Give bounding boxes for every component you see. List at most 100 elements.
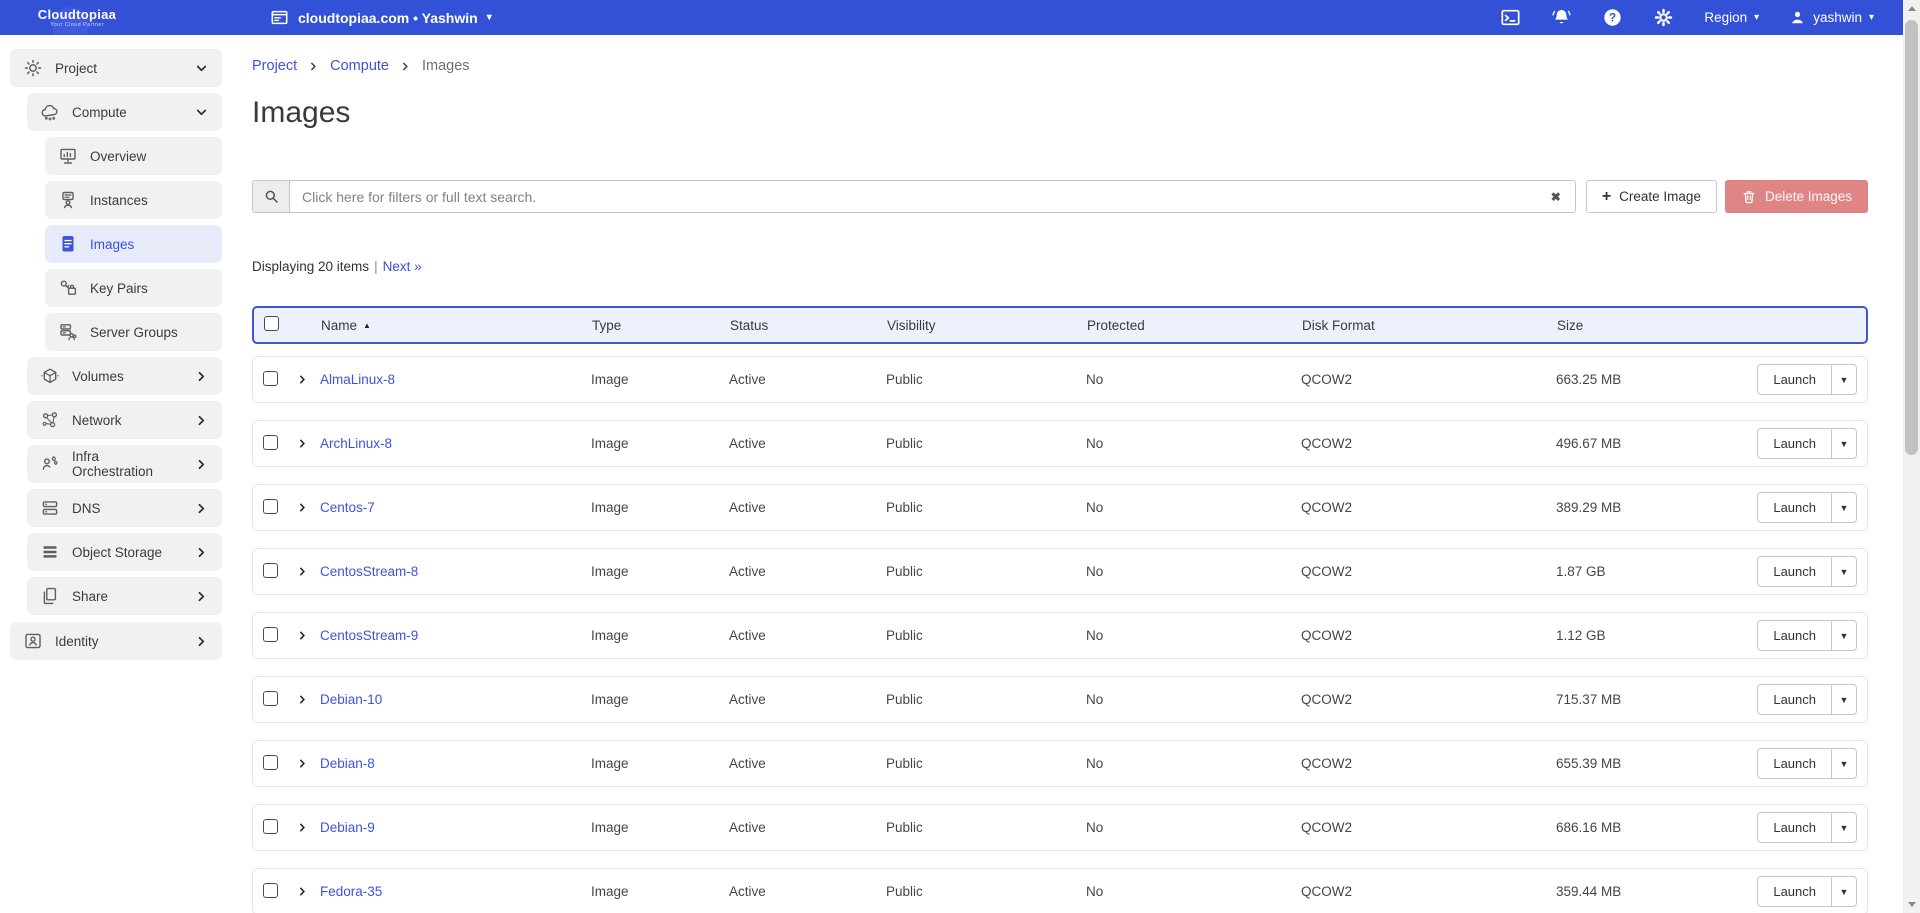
image-name-link[interactable]: Fedora-35: [320, 884, 591, 899]
launch-button[interactable]: Launch: [1758, 621, 1832, 650]
region-menu[interactable]: Region ▾: [1704, 10, 1759, 25]
breadcrumb-item-compute[interactable]: Compute: [330, 56, 389, 76]
brand-logo[interactable]: Cloudtopiaa Your Cloud Partner: [0, 8, 150, 28]
sidebar-item-server-groups[interactable]: Server Groups: [45, 313, 222, 351]
launch-button[interactable]: Launch: [1758, 749, 1832, 778]
launch-dropdown-caret-icon[interactable]: ▼: [1832, 685, 1856, 714]
row-checkbox[interactable]: [263, 755, 278, 770]
delete-images-button[interactable]: Delete Images: [1725, 180, 1868, 213]
cell-visibility: Public: [886, 500, 1086, 515]
user-menu[interactable]: yashwin ▾: [1789, 9, 1874, 26]
cell-protected: No: [1086, 692, 1301, 707]
scroll-down-arrow-icon[interactable]: [1903, 896, 1920, 913]
launch-dropdown-caret-icon[interactable]: ▼: [1832, 877, 1856, 906]
table-body: AlmaLinux-8 ImageActivePublicNoQCOW2663.…: [252, 356, 1868, 913]
select-all-checkbox[interactable]: [264, 316, 279, 331]
sidebar-item-label: Compute: [72, 105, 127, 120]
column-header-type[interactable]: Type: [592, 318, 730, 333]
launch-button[interactable]: Launch: [1758, 877, 1832, 906]
row-expand-chevron-icon[interactable]: [296, 565, 309, 578]
launch-button[interactable]: Launch: [1758, 429, 1832, 458]
image-name-link[interactable]: CentosStream-9: [320, 628, 591, 643]
scroll-up-arrow-icon[interactable]: [1903, 0, 1920, 17]
clear-search-icon[interactable]: ✖: [1537, 190, 1575, 204]
search-input[interactable]: [290, 189, 1537, 205]
terminal-icon[interactable]: [1500, 7, 1521, 28]
row-checkbox[interactable]: [263, 563, 278, 578]
sidebar-item-volumes[interactable]: Volumes: [27, 357, 222, 395]
launch-dropdown-caret-icon[interactable]: ▼: [1832, 813, 1856, 842]
launch-button[interactable]: Launch: [1758, 557, 1832, 586]
image-name-link[interactable]: CentosStream-8: [320, 564, 591, 579]
column-header-disk-format[interactable]: Disk Format: [1302, 318, 1557, 333]
sidebar-item-infra-orchestration[interactable]: Infra Orchestration: [27, 445, 222, 483]
launch-dropdown-caret-icon[interactable]: ▼: [1832, 365, 1856, 394]
help-icon[interactable]: ?: [1602, 7, 1623, 28]
row-expand-chevron-icon[interactable]: [296, 693, 309, 706]
row-checkbox[interactable]: [263, 691, 278, 706]
page-title: Images: [252, 96, 1868, 130]
breadcrumb-item-project[interactable]: Project: [252, 56, 297, 76]
column-header-visibility[interactable]: Visibility: [887, 318, 1087, 333]
column-header-size[interactable]: Size: [1557, 318, 1726, 333]
row-checkbox[interactable]: [263, 819, 278, 834]
sidebar-item-images[interactable]: Images: [45, 225, 222, 263]
image-name-link[interactable]: Centos-7: [320, 500, 591, 515]
settings-gear-icon[interactable]: [1653, 7, 1674, 28]
row-expand-chevron-icon[interactable]: [296, 373, 309, 386]
search-icon[interactable]: [253, 181, 290, 212]
row-expand-chevron-icon[interactable]: [296, 885, 309, 898]
cell-visibility: Public: [886, 372, 1086, 387]
sidebar-item-instances[interactable]: Instances: [45, 181, 222, 219]
row-checkbox[interactable]: [263, 435, 278, 450]
row-expand-chevron-icon[interactable]: [296, 501, 309, 514]
sidebar-item-network[interactable]: Network: [27, 401, 222, 439]
sidebar-item-identity[interactable]: Identity: [10, 622, 222, 660]
column-header-name[interactable]: Name▲: [321, 318, 592, 333]
image-name-link[interactable]: AlmaLinux-8: [320, 372, 591, 387]
sidebar-item-overview[interactable]: Overview: [45, 137, 222, 175]
row-expand-chevron-icon[interactable]: [296, 437, 309, 450]
create-image-button[interactable]: + Create Image: [1586, 180, 1717, 213]
column-header-protected[interactable]: Protected: [1087, 318, 1302, 333]
cell-type: Image: [591, 820, 729, 835]
project-context-switcher[interactable]: cloudtopiaa.com • Yashwin ▾: [270, 8, 492, 27]
sidebar-item-label: Instances: [90, 193, 148, 208]
image-name-link[interactable]: Debian-9: [320, 820, 591, 835]
sidebar-item-share[interactable]: Share: [27, 577, 222, 615]
sidebar-item-project[interactable]: Project: [10, 49, 222, 87]
sidebar-item-compute[interactable]: Compute: [27, 93, 222, 131]
chevron-right-icon: [308, 61, 319, 72]
image-name-link[interactable]: ArchLinux-8: [320, 436, 591, 451]
row-checkbox[interactable]: [263, 627, 278, 642]
image-name-link[interactable]: Debian-10: [320, 692, 591, 707]
notifications-bell-icon[interactable]: [1551, 7, 1572, 28]
launch-dropdown-caret-icon[interactable]: ▼: [1832, 493, 1856, 522]
launch-dropdown-caret-icon[interactable]: ▼: [1832, 557, 1856, 586]
row-expand-chevron-icon[interactable]: [296, 757, 309, 770]
row-checkbox[interactable]: [263, 499, 278, 514]
sidebar-item-object-storage[interactable]: Object Storage: [27, 533, 222, 571]
cell-disk-format: QCOW2: [1301, 436, 1556, 451]
launch-button[interactable]: Launch: [1758, 685, 1832, 714]
launch-dropdown-caret-icon[interactable]: ▼: [1832, 621, 1856, 650]
sidebar-item-key-pairs[interactable]: Key Pairs: [45, 269, 222, 307]
launch-button[interactable]: Launch: [1758, 813, 1832, 842]
next-page-link[interactable]: Next »: [383, 259, 422, 274]
scrollbar-thumb[interactable]: [1905, 20, 1918, 455]
row-expand-chevron-icon[interactable]: [296, 629, 309, 642]
sidebar-item-label: Key Pairs: [90, 281, 148, 296]
row-checkbox[interactable]: [263, 883, 278, 898]
launch-dropdown-caret-icon[interactable]: ▼: [1832, 429, 1856, 458]
sidebar-item-dns[interactable]: DNS: [27, 489, 222, 527]
launch-button[interactable]: Launch: [1758, 493, 1832, 522]
row-expand-chevron-icon[interactable]: [296, 821, 309, 834]
launch-dropdown-caret-icon[interactable]: ▼: [1832, 749, 1856, 778]
column-header-status[interactable]: Status: [730, 318, 887, 333]
row-checkbox[interactable]: [263, 371, 278, 386]
image-name-link[interactable]: Debian-8: [320, 756, 591, 771]
project-gear-icon: [23, 58, 43, 78]
chevron-down-icon: ▾: [1754, 13, 1759, 23]
launch-button[interactable]: Launch: [1758, 365, 1832, 394]
page-scrollbar[interactable]: [1903, 0, 1920, 913]
